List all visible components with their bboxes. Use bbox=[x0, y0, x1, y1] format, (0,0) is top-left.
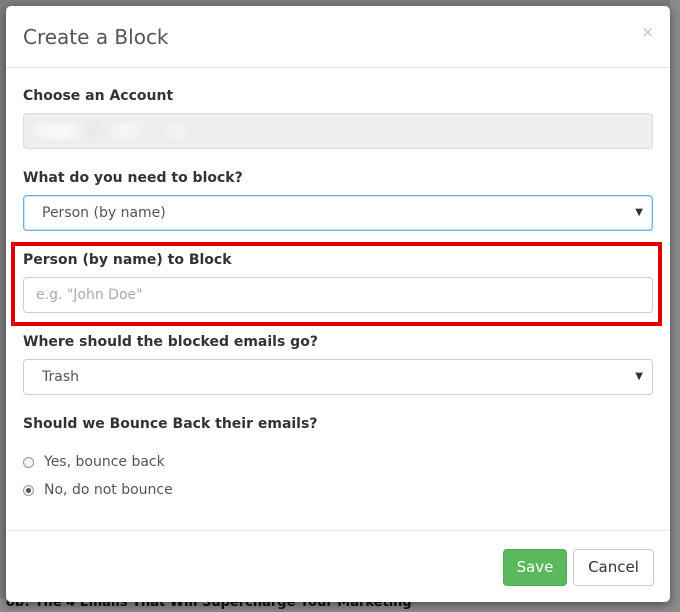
radio-button-yes[interactable] bbox=[23, 456, 34, 468]
destination-select[interactable]: Trash ▼ bbox=[23, 359, 653, 395]
radio-option-no[interactable]: No, do not bounce bbox=[23, 482, 173, 498]
modal-header: Create a Block × bbox=[6, 6, 670, 68]
modal-title: Create a Block bbox=[23, 25, 169, 49]
chevron-down-icon: ▼ bbox=[635, 207, 643, 218]
modal-footer: Save Cancel bbox=[6, 530, 670, 602]
save-button[interactable]: Save bbox=[503, 549, 567, 586]
radio-label-yes: Yes, bounce back bbox=[44, 454, 165, 470]
destination-selected-value: Trash bbox=[42, 369, 79, 385]
block-type-selected-value: Person (by name) bbox=[42, 205, 166, 221]
radio-button-no[interactable] bbox=[23, 484, 34, 496]
person-label: Person (by name) to Block bbox=[23, 252, 232, 268]
cancel-button[interactable]: Cancel bbox=[573, 549, 654, 586]
radio-option-yes[interactable]: Yes, bounce back bbox=[23, 454, 165, 470]
radio-label-no: No, do not bounce bbox=[44, 482, 173, 498]
block-type-label: What do you need to block? bbox=[23, 170, 243, 186]
account-label: Choose an Account bbox=[23, 88, 174, 104]
person-name-input[interactable] bbox=[23, 277, 653, 313]
block-type-select[interactable]: Person (by name) ▼ bbox=[23, 195, 653, 231]
backdrop-right-edge bbox=[670, 0, 680, 612]
close-icon[interactable]: × bbox=[641, 25, 654, 40]
destination-label: Where should the blocked emails go? bbox=[23, 334, 318, 350]
chevron-down-icon: ▼ bbox=[635, 371, 643, 382]
account-select bbox=[23, 113, 653, 149]
bounce-label: Should we Bounce Back their emails? bbox=[23, 416, 318, 432]
create-block-modal: Create a Block × Choose an Account What … bbox=[6, 6, 670, 602]
redacted-account-value bbox=[34, 123, 184, 139]
